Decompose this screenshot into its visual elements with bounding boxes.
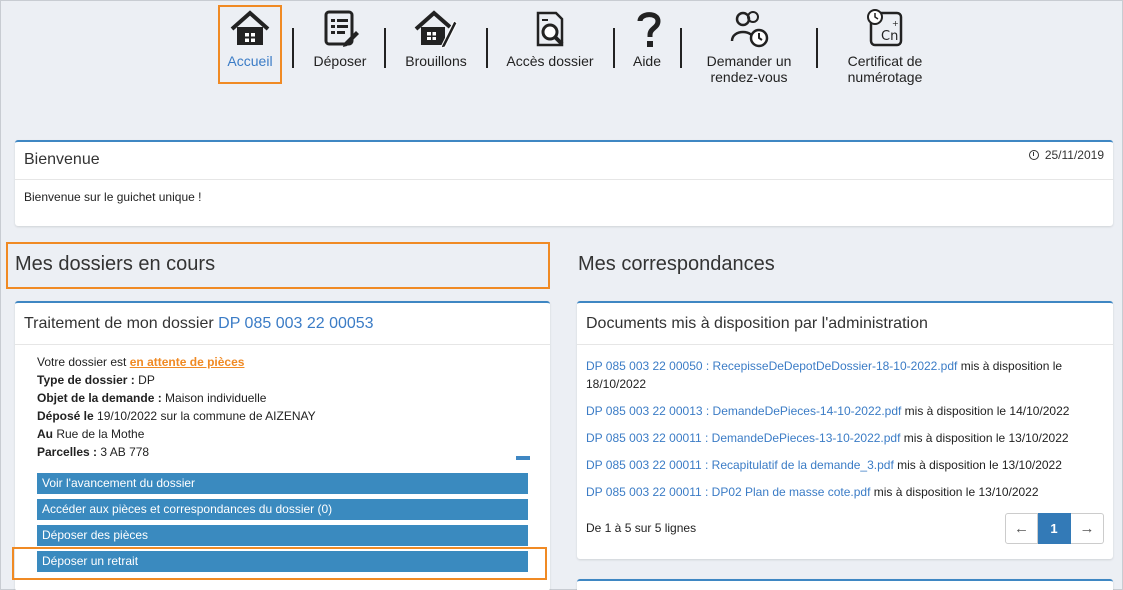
clock-cn-icon: Cn + [867,9,903,47]
status-link[interactable]: en attente de pièces [130,355,245,369]
active-nav-highlight [218,5,282,84]
nav-divider [680,28,682,68]
next-panel-edge [577,579,1113,590]
nav-rendez-vous[interactable]: Demander un rendez-vous [701,7,797,85]
welcome-date: 25/11/2019 [1029,148,1104,162]
document-date: mis à disposition le 14/10/2022 [901,404,1070,418]
status-prefix: Votre dossier est [37,355,127,369]
pagination-info: De 1 à 5 sur 5 lignes [586,521,697,535]
parcelles-line: Parcelles : 3 AB 778 [37,443,550,461]
nav-label-line2: numérotage [847,69,923,85]
list-item: DP 085 003 22 00011 : DP02 Plan de masse… [586,483,1104,501]
objet-label: Objet de la demande : [37,391,162,405]
top-navigation: Accueil Déposer Brouillons Accès dossier… [1,1,1123,101]
welcome-panel: Bienvenue 25/11/2019 Bienvenue sur le gu… [15,140,1113,226]
document-date: mis à disposition le 13/10/2022 [900,431,1069,445]
dossier-number[interactable]: DP 085 003 22 00053 [218,315,373,332]
nav-acces-dossier[interactable]: Accès dossier [501,7,599,69]
correspondances-header: Documents mis à disposition par l'admini… [577,303,1113,345]
parcelles-label: Parcelles : [37,445,98,459]
documents-list: DP 085 003 22 00050 : RecepisseDeDepotDe… [577,345,1113,501]
svg-text:+: + [892,19,899,28]
nav-deposer[interactable]: Déposer [309,7,371,69]
page-1-button[interactable]: 1 [1038,513,1071,544]
document-link[interactable]: DP 085 003 22 00050 : RecepisseDeDepotDe… [586,359,957,373]
welcome-header: Bienvenue 25/11/2019 [15,142,1113,180]
correspondances-section-title: Mes correspondances [578,253,775,275]
correspondances-panel: Documents mis à disposition par l'admini… [577,301,1113,559]
action-highlight [12,547,547,580]
nav-divider [613,28,615,68]
svg-text:Cn: Cn [881,29,898,44]
nav-divider [486,28,488,68]
document-link[interactable]: DP 085 003 22 00011 : DemandeDePieces-13… [586,431,900,445]
acceder-pieces-button[interactable]: Accéder aux pièces et correspondances du… [37,499,528,520]
nav-divider [816,28,818,68]
type-value: DP [138,373,155,387]
people-clock-icon [730,11,769,48]
depose-label: Déposé le [37,409,94,423]
nav-label-line1: Demander un [706,53,792,69]
nav-divider [292,28,294,68]
objet-value: Maison individuelle [165,391,267,405]
next-page-button[interactable]: → [1071,513,1104,544]
section-highlight [6,242,550,289]
nav-certificat-numerotage[interactable]: Cn + Certificat de numérotage [839,7,931,85]
folder-search-icon [536,11,564,47]
list-item: DP 085 003 22 00050 : RecepisseDeDepotDe… [586,357,1104,393]
prev-page-button[interactable]: ← [1005,513,1038,544]
document-date: mis à disposition le 13/10/2022 [870,485,1039,499]
nav-label-line2: rendez-vous [710,69,788,85]
form-edit-icon [324,10,359,47]
list-item: DP 085 003 22 00011 : DemandeDePieces-13… [586,429,1104,447]
au-line: Au Rue de la Mothe [37,425,550,443]
list-item: DP 085 003 22 00011 : Recapitulatif de l… [586,456,1104,474]
status-line: Votre dossier est en attente de pièces [37,353,550,371]
voir-avancement-button[interactable]: Voir l'avancement du dossier [37,473,528,494]
dossier-panel-title: Traitement de mon dossier [24,315,214,332]
nav-aide[interactable]: Aide [627,7,667,69]
date-text: 25/11/2019 [1044,148,1104,162]
nav-label: Aide [632,53,662,69]
deposer-pieces-button[interactable]: Déposer des pièces [37,525,528,546]
nav-label: Déposer [313,53,367,69]
welcome-title: Bienvenue [24,151,100,168]
nav-divider [384,28,386,68]
dossier-header: Traitement de mon dossier DP 085 003 22 … [15,303,550,345]
document-link[interactable]: DP 085 003 22 00011 : Recapitulatif de l… [586,458,894,472]
clock-icon [1029,150,1040,160]
collapse-tab[interactable] [516,456,530,460]
type-label: Type de dossier : [37,373,135,387]
nav-label: Accès dossier [506,53,594,69]
nav-brouillons[interactable]: Brouillons [401,7,471,69]
depose-line: Déposé le 19/10/2022 sur la commune de A… [37,407,550,425]
pagination: ← 1 → [1005,513,1104,544]
document-link[interactable]: DP 085 003 22 00011 : DP02 Plan de masse… [586,485,870,499]
depose-value: 19/10/2022 sur la commune de AIZENAY [97,409,316,423]
type-line: Type de dossier : DP [37,371,550,389]
welcome-message: Bienvenue sur le guichet unique ! [24,190,202,204]
document-date: mis à disposition le 13/10/2022 [893,458,1062,472]
question-mark-icon [637,12,661,47]
dossier-info: Votre dossier est en attente de pièces T… [15,345,550,461]
au-label: Au [37,427,53,441]
nav-label: Brouillons [405,53,467,69]
objet-line: Objet de la demande : Maison individuell… [37,389,550,407]
nav-label-line1: Certificat de [847,53,923,69]
house-pen-icon [414,10,458,49]
parcelles-value: 3 AB 778 [100,445,150,459]
document-link[interactable]: DP 085 003 22 00013 : DemandeDePieces-14… [586,404,901,418]
au-value: Rue de la Mothe [56,427,145,441]
list-item: DP 085 003 22 00013 : DemandeDePieces-14… [586,402,1104,420]
